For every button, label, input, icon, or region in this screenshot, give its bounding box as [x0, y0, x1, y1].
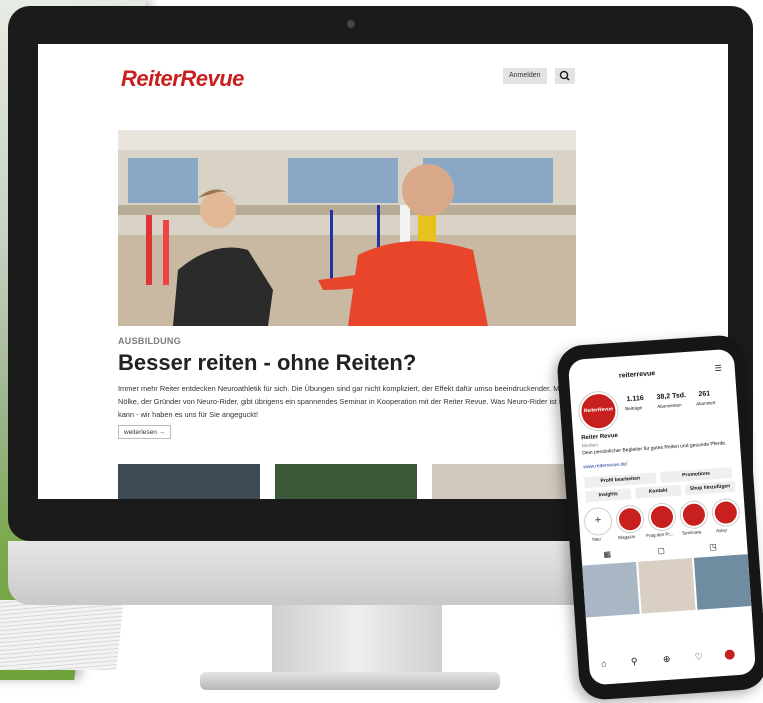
- plus-icon: +: [594, 514, 602, 527]
- story-highlight[interactable]: [616, 505, 644, 534]
- site-logo[interactable]: ReiterRevue: [121, 66, 244, 92]
- article-thumbnail[interactable]: [118, 464, 260, 499]
- add-post-icon[interactable]: ⊕: [663, 654, 671, 665]
- posts-label: Beiträge: [625, 405, 643, 412]
- new-highlight-button[interactable]: +: [584, 507, 612, 536]
- highlight-label: Frag den Pr...: [646, 531, 674, 539]
- menu-icon[interactable]: ☰: [714, 363, 722, 372]
- profile-category: Medien: [581, 442, 599, 450]
- story-highlight[interactable]: [648, 503, 676, 531]
- reels-icon[interactable]: ▢: [657, 546, 665, 556]
- highlight-label: Seminare: [681, 529, 702, 536]
- monitor-stand: [272, 605, 442, 680]
- avatar[interactable]: ReiterRevue: [578, 390, 619, 432]
- home-icon[interactable]: ⌂: [601, 658, 607, 668]
- search-icon[interactable]: ⚲: [631, 656, 638, 667]
- camera-dot: [347, 20, 355, 28]
- story-highlight[interactable]: [680, 500, 708, 529]
- followers-label: Abonnenten: [657, 402, 682, 410]
- grid-icon[interactable]: ▦: [603, 550, 611, 560]
- article-thumbnail[interactable]: [432, 464, 576, 499]
- promotions-button[interactable]: Promotions: [659, 467, 733, 484]
- tagged-icon[interactable]: ◳: [709, 542, 717, 552]
- contact-button[interactable]: Kontakt: [634, 484, 682, 499]
- read-more-button[interactable]: weiterlesen →: [118, 425, 172, 439]
- article-thumbnail[interactable]: [275, 464, 417, 499]
- followers-count[interactable]: 38,2 Tsd.: [656, 392, 686, 401]
- profile-name: Reiter Revue: [581, 432, 619, 442]
- login-button[interactable]: Anmelden: [503, 68, 547, 84]
- post-thumbnail[interactable]: [638, 558, 696, 614]
- edit-profile-button[interactable]: Profil bearbeiten: [584, 472, 657, 489]
- shop-button[interactable]: Shop hinzufügen: [684, 480, 736, 496]
- monitor-base: [200, 672, 500, 690]
- story-highlight[interactable]: [711, 498, 740, 527]
- heart-icon[interactable]: ♡: [694, 651, 703, 663]
- post-thumbnail[interactable]: [582, 561, 640, 618]
- highlight-label: Magazin: [618, 533, 636, 541]
- profile-username[interactable]: reiterrevue: [619, 370, 656, 380]
- following-count[interactable]: 261: [698, 390, 710, 398]
- search-icon: [559, 70, 570, 81]
- profile-tab-icon[interactable]: [724, 649, 736, 660]
- post-thumbnail[interactable]: [693, 554, 752, 610]
- article-hero-image[interactable]: [118, 130, 576, 326]
- following-label: Abonniert: [695, 400, 716, 407]
- avatar-logo-text: ReiterRevue: [583, 406, 614, 415]
- profile-website-link[interactable]: www.reiterrevue.de/: [583, 461, 627, 470]
- highlight-label: Neu: [592, 536, 601, 542]
- posts-count: 1.116: [626, 394, 645, 404]
- phone-screen: reiterrevue ☰ ReiterRevue 1.116 Beiträge…: [567, 348, 757, 686]
- article-headline[interactable]: Besser reiten - ohne Reiten?: [118, 350, 416, 376]
- smartphone: reiterrevue ☰ ReiterRevue 1.116 Beiträge…: [555, 333, 763, 702]
- insights-button[interactable]: Insights: [584, 488, 632, 503]
- article-kicker: AUSBILDUNG: [118, 336, 181, 346]
- highlight-label: Ayley: [715, 527, 728, 534]
- magazine-pages: [0, 600, 124, 670]
- search-button[interactable]: [555, 68, 575, 84]
- profile-bio: Dein persönlicher Begleiter für gutes Re…: [582, 440, 727, 457]
- article-teaser: Immer mehr Reiter entdecken Neuroathleti…: [118, 384, 572, 419]
